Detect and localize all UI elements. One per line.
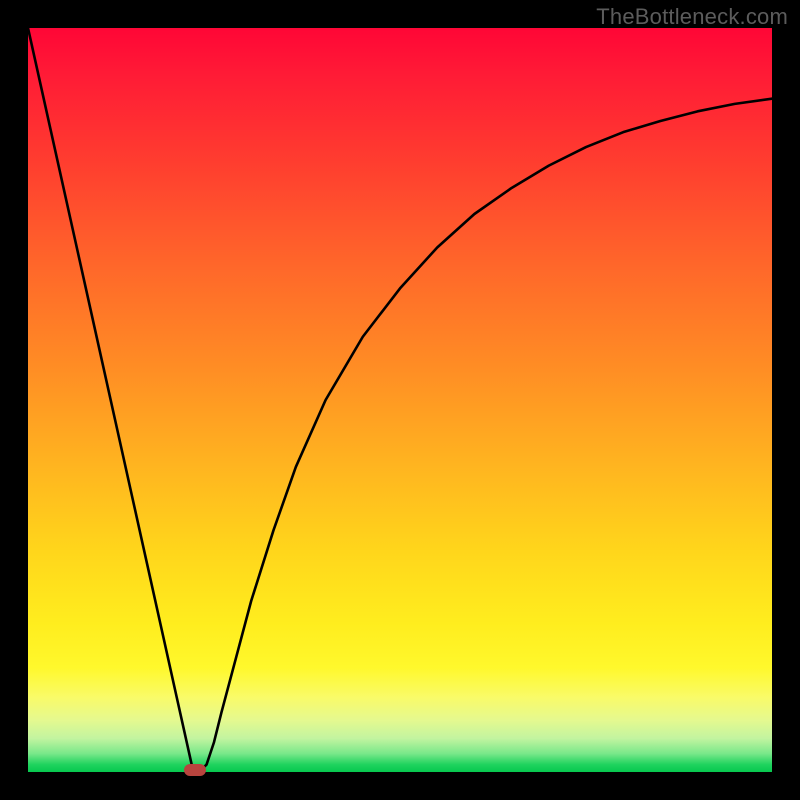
optimal-point-marker [184,764,206,776]
chart-frame: TheBottleneck.com [0,0,800,800]
watermark-text: TheBottleneck.com [596,4,788,30]
chart-plot-area [28,28,772,772]
